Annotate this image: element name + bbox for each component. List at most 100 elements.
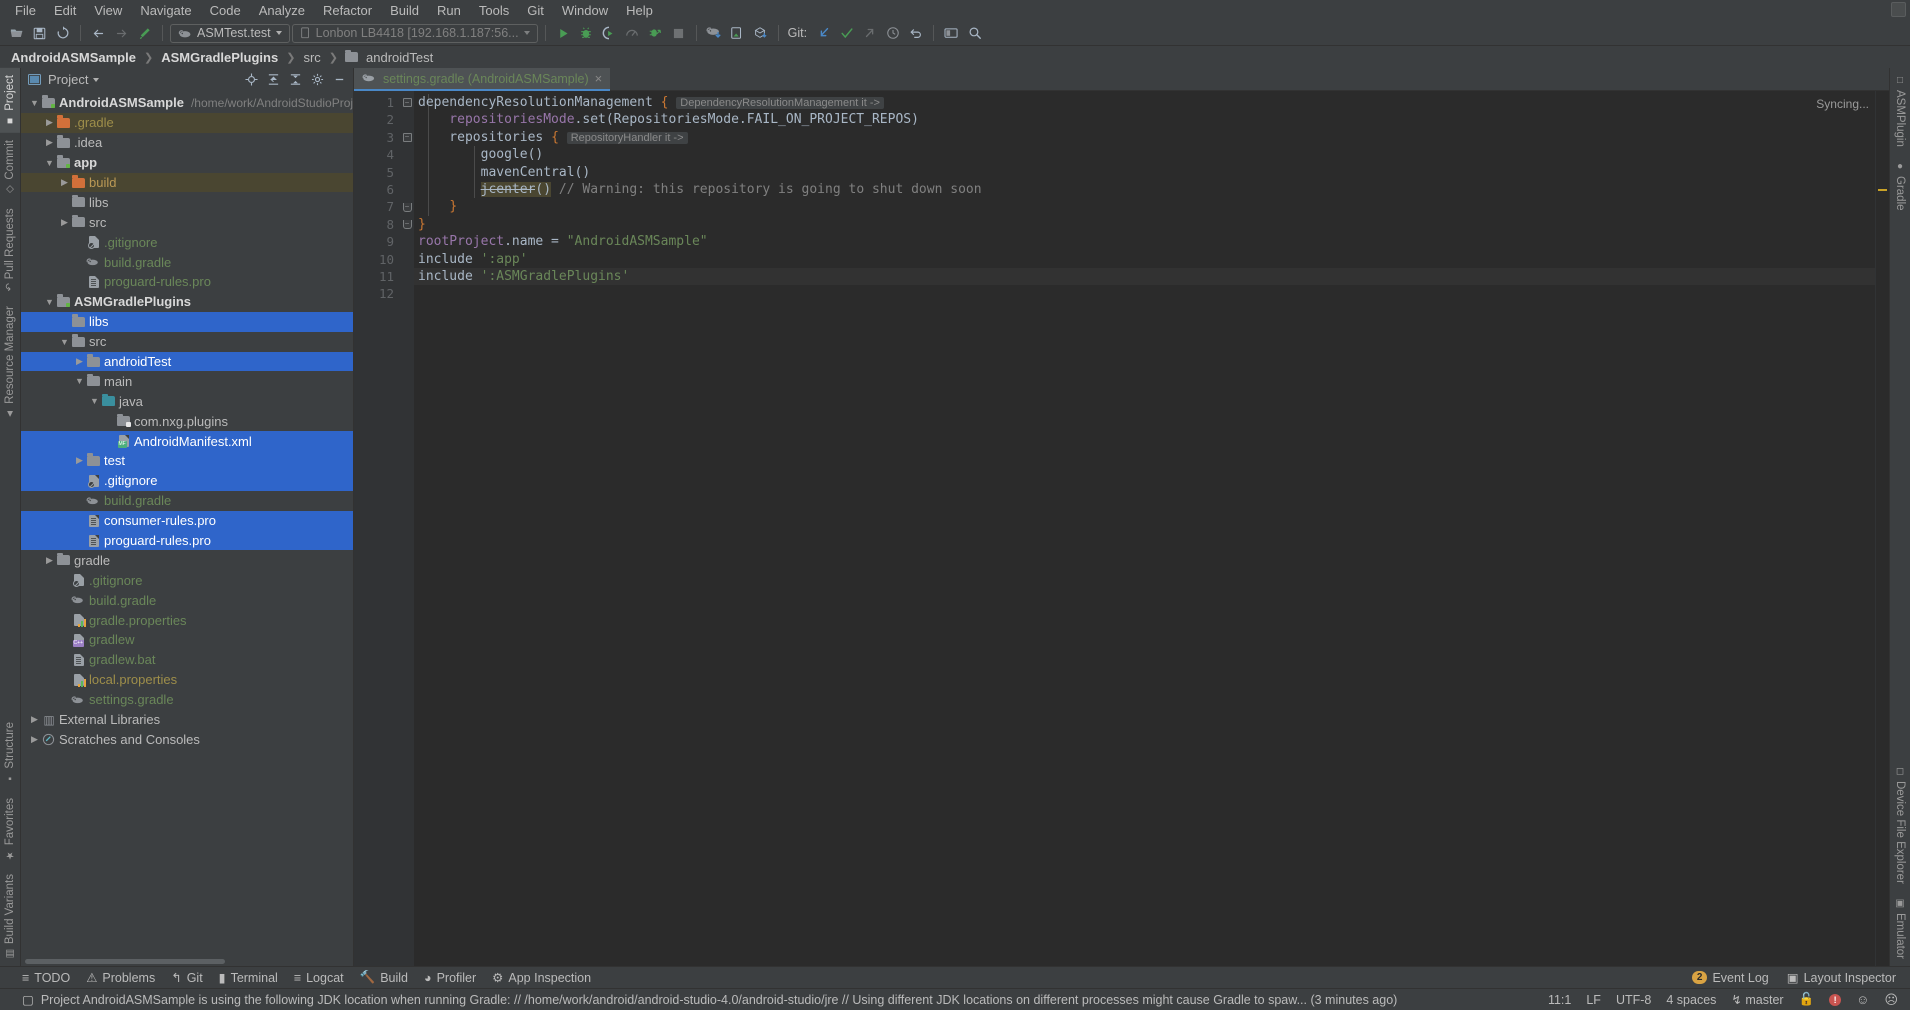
tree-row-asmgradleplugins[interactable]: ▼ ASMGradlePlugins xyxy=(21,292,353,312)
menu-window[interactable]: Window xyxy=(553,1,617,20)
debug-icon[interactable] xyxy=(576,23,597,44)
expand-icon[interactable] xyxy=(287,71,304,88)
tree-row-libs[interactable]: ▶libs xyxy=(21,311,353,332)
menu-run[interactable]: Run xyxy=(428,1,470,20)
profiler-icon[interactable] xyxy=(622,23,643,44)
code-line[interactable]: repositoriesMode.set(RepositoriesMode.FA… xyxy=(414,111,1875,128)
code-line[interactable]: dependencyResolutionManagement { Depende… xyxy=(414,94,1875,111)
editor-tab-settings-gradle[interactable]: settings.gradle (AndroidASMSample) × xyxy=(354,68,611,91)
sdk-manager-icon[interactable] xyxy=(750,23,771,44)
tree-chevron-right-icon[interactable]: ▶ xyxy=(29,734,40,745)
tree-chevron-down-icon[interactable]: ▼ xyxy=(89,396,100,406)
menu-view[interactable]: View xyxy=(85,1,131,20)
code-line[interactable]: include ':app' xyxy=(414,251,1875,268)
tree-row-proguard-rules-pro[interactable]: ▶proguard-rules.pro xyxy=(21,530,353,551)
search-icon[interactable] xyxy=(964,23,985,44)
tree-row-gitignore[interactable]: ▶.gitignore xyxy=(21,570,353,590)
tree-chevron-right-icon[interactable]: ▶ xyxy=(59,217,70,228)
sync-gradle-icon[interactable] xyxy=(704,23,725,44)
tree-chevron-right-icon[interactable]: ▶ xyxy=(74,356,85,367)
editor-marker-strip[interactable] xyxy=(1875,91,1889,966)
code-line[interactable]: mavenCentral() xyxy=(414,164,1875,181)
tree-row-libs[interactable]: ▶libs xyxy=(21,192,353,212)
breadcrumb-item-src[interactable]: src xyxy=(300,49,323,66)
tree-row-androidtest[interactable]: ▶ androidTest xyxy=(21,351,353,372)
code-content[interactable]: dependencyResolutionManagement { Depende… xyxy=(414,91,1875,966)
rail-item-resource-manager[interactable]: ▲ Resource Manager xyxy=(0,299,20,426)
tree-row-gradle[interactable]: ▶ .gradle xyxy=(21,112,353,133)
tree-chevron-down-icon[interactable]: ▼ xyxy=(44,297,55,307)
git-branch-widget[interactable]: ↯ master xyxy=(1731,992,1783,1007)
tree-row-src[interactable]: ▼ src xyxy=(21,332,353,352)
tree-row-androidmanifest-xml[interactable]: ▶MFAndroidManifest.xml xyxy=(21,431,353,452)
tree-chevron-right-icon[interactable]: ▶ xyxy=(59,177,70,188)
undo-icon[interactable] xyxy=(905,23,926,44)
save-icon[interactable] xyxy=(29,23,50,44)
rail-item-emulator[interactable]: ▣ Emulator xyxy=(1890,891,1910,966)
tree-row-build-gradle[interactable]: ▶build.gradle xyxy=(21,252,353,272)
fold-marker[interactable]: − xyxy=(400,216,414,233)
run-icon[interactable] xyxy=(553,23,574,44)
rail-item-pull-requests[interactable]: ↶ Pull Requests xyxy=(0,201,20,298)
line-separator[interactable]: LF xyxy=(1586,993,1601,1007)
tree-row-gradlew[interactable]: ▶C++gradlew xyxy=(21,630,353,650)
tree-row-gradle[interactable]: ▶ gradle xyxy=(21,550,353,570)
tree-row-test[interactable]: ▶ test xyxy=(21,451,353,471)
indent-setting[interactable]: 4 spaces xyxy=(1666,993,1716,1007)
avd-manager-icon[interactable] xyxy=(727,23,748,44)
menu-build[interactable]: Build xyxy=(381,1,428,20)
run-configuration-selector[interactable]: ASMTest.test xyxy=(170,23,290,43)
rail-item-device-file-explorer[interactable]: ◻ Device File Explorer xyxy=(1890,759,1910,891)
menu-analyze[interactable]: Analyze xyxy=(250,1,314,20)
back-icon[interactable] xyxy=(88,23,109,44)
menu-tools[interactable]: Tools xyxy=(470,1,518,20)
forward-icon[interactable] xyxy=(111,23,132,44)
tool-button-logcat[interactable]: ≡ Logcat xyxy=(294,971,344,985)
project-panel-chevron-down-icon[interactable] xyxy=(93,77,100,82)
tree-row-src[interactable]: ▶ src xyxy=(21,212,353,232)
code-line[interactable]: } xyxy=(414,216,1875,233)
update-project-icon[interactable] xyxy=(813,23,834,44)
project-file-tree[interactable]: ▼ AndroidASMSample/home/work/AndroidStudi… xyxy=(21,91,353,957)
rail-item-project[interactable]: ■ Project xyxy=(0,68,20,133)
tree-row-build[interactable]: ▶ build xyxy=(21,172,353,193)
device-selector[interactable]: Lonbon LB4418 [192.168.1.187:56... xyxy=(291,23,538,43)
tree-chevron-right-icon[interactable]: ▶ xyxy=(44,117,55,128)
tool-button-todo[interactable]: ≡ TODO xyxy=(22,971,70,985)
code-line[interactable]: } xyxy=(414,198,1875,215)
menu-navigate[interactable]: Navigate xyxy=(131,1,200,20)
rail-item-build-variants[interactable]: ▤ Build Variants xyxy=(0,867,20,966)
sync-icon[interactable] xyxy=(52,23,73,44)
tree-chevron-down-icon[interactable]: ▼ xyxy=(74,376,85,386)
tree-row-com-nxg-plugins[interactable]: ▶com.nxg.plugins xyxy=(21,411,353,431)
tool-button-git[interactable]: ↰ Git xyxy=(171,970,202,986)
fold-marker[interactable]: − xyxy=(400,129,414,146)
collapse-all-icon[interactable] xyxy=(265,71,282,88)
fold-marker[interactable]: − xyxy=(400,94,414,111)
build-hammer-icon[interactable] xyxy=(134,23,155,44)
tree-row-androidasmsample[interactable]: ▼ AndroidASMSample/home/work/AndroidStudi… xyxy=(21,93,353,113)
rail-item-gradle[interactable]: ● Gradle xyxy=(1890,154,1910,218)
menu-edit[interactable]: Edit xyxy=(45,1,85,20)
project-tree-horizontal-scrollbar[interactable] xyxy=(21,957,353,966)
tool-button-problems[interactable]: ⚠ Problems xyxy=(86,970,155,986)
commit-icon[interactable] xyxy=(836,23,857,44)
tree-row-java[interactable]: ▼ java xyxy=(21,391,353,411)
status-message-group[interactable]: ▢ Project AndroidASMSample is using the … xyxy=(22,992,1397,1008)
tree-row-external-libraries[interactable]: ▶ ▥ External Libraries xyxy=(21,710,353,730)
run-coverage-icon[interactable] xyxy=(599,23,620,44)
tree-chevron-down-icon[interactable]: ▼ xyxy=(29,98,40,108)
happy-face-icon[interactable]: ☺ xyxy=(1856,992,1869,1007)
tree-row-main[interactable]: ▼ main xyxy=(21,371,353,391)
tree-row-local-properties[interactable]: ▶local.properties xyxy=(21,670,353,690)
history-icon[interactable] xyxy=(882,23,903,44)
caret-position[interactable]: 11:1 xyxy=(1548,993,1571,1007)
menu-code[interactable]: Code xyxy=(201,1,250,20)
code-line[interactable] xyxy=(414,285,1875,302)
unlocked-icon[interactable]: 🔓 xyxy=(1799,992,1815,1007)
tree-row-build-gradle[interactable]: ▶build.gradle xyxy=(21,590,353,610)
tool-button-build[interactable]: 🔨 Build xyxy=(360,970,408,985)
code-line[interactable]: jcenter() // Warning: this repository is… xyxy=(414,181,1875,198)
tree-chevron-right-icon[interactable]: ▶ xyxy=(44,555,55,566)
file-encoding[interactable]: UTF-8 xyxy=(1616,993,1651,1007)
